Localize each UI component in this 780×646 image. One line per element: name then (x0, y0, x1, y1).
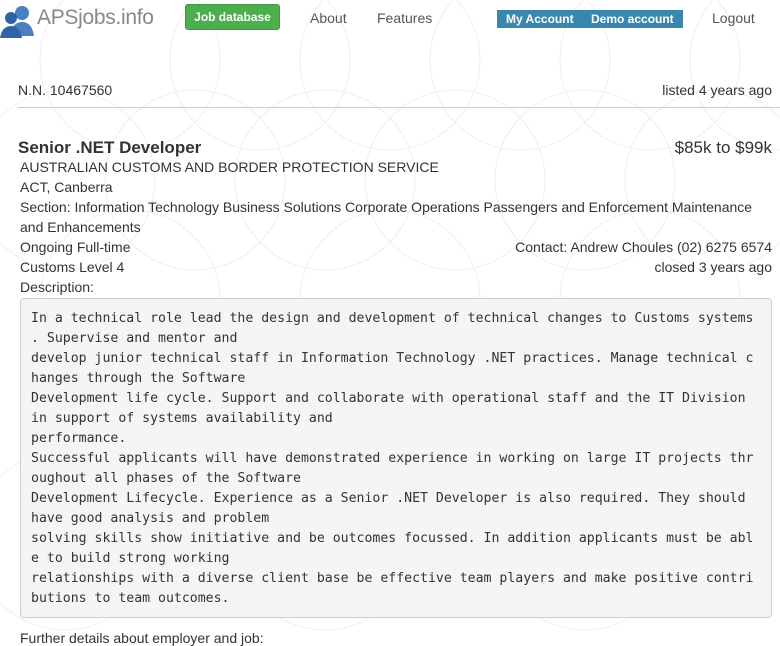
description-line: Successful applicants will have demonstr… (31, 451, 754, 466)
description-line: e to build strong working (31, 551, 230, 566)
nav-about[interactable]: About (310, 10, 347, 26)
logout-link[interactable]: Logout (712, 10, 755, 26)
description-line: hanges through the Software (31, 371, 246, 386)
job-location: ACT, Canberra (20, 179, 113, 195)
description-line: have good analysis and problem (31, 511, 270, 526)
description-label: Description: (20, 279, 94, 295)
description-line: performance. (31, 431, 127, 446)
employment-type: Ongoing Full-time (20, 239, 131, 255)
description-line: Development Lifecycle. Experience as a S… (31, 491, 746, 506)
description-line: develop junior technical staff in Inform… (31, 351, 754, 366)
logo-text: APSjobs.info (37, 6, 154, 29)
site-logo[interactable]: APSjobs.info (0, 0, 170, 38)
job-database-button[interactable]: Job database (185, 4, 280, 30)
notice-number: N.N. 10467560 (18, 82, 113, 98)
description-line: butions to team outcomes. (31, 591, 230, 606)
job-section-continued: and Enhancements (20, 219, 141, 235)
divider (18, 107, 780, 108)
job-title: Senior .NET Developer (18, 138, 202, 157)
salary-range: $85k to $99k (674, 138, 772, 157)
description-line: oughout all phases of the Software (31, 471, 301, 486)
nav-features[interactable]: Features (377, 10, 432, 26)
demo-account-link[interactable]: Demo account (591, 12, 674, 26)
description-line: in support of systems availability and (31, 411, 333, 426)
description-line: Development life cycle. Support and coll… (31, 391, 746, 406)
classification-level: Customs Level 4 (20, 259, 125, 275)
user-logo-icon (0, 6, 34, 38)
description-line: . Supervise and mentor and (31, 331, 238, 346)
job-description: In a technical role lead the design and … (20, 298, 772, 618)
account-menu: My Account Demo account (497, 10, 683, 28)
top-navbar: APSjobs.info Job database About Features… (0, 0, 780, 38)
closing-date: closed 3 years ago (654, 259, 772, 275)
description-line: solving skills show initiative and be ou… (31, 531, 754, 546)
description-line: In a technical role lead the design and … (31, 311, 754, 326)
further-details-label: Further details about employer and job: (20, 630, 264, 646)
my-account-link[interactable]: My Account (506, 12, 574, 26)
description-line: relationships with a diverse client base… (31, 571, 754, 586)
listed-date: listed 4 years ago (662, 82, 772, 98)
contact-info: Contact: Andrew Choules (02) 6275 6574 (515, 239, 772, 255)
job-section: Section: Information Technology Business… (20, 199, 753, 215)
agency-name: AUSTRALIAN CUSTOMS AND BORDER PROTECTION… (20, 159, 439, 175)
